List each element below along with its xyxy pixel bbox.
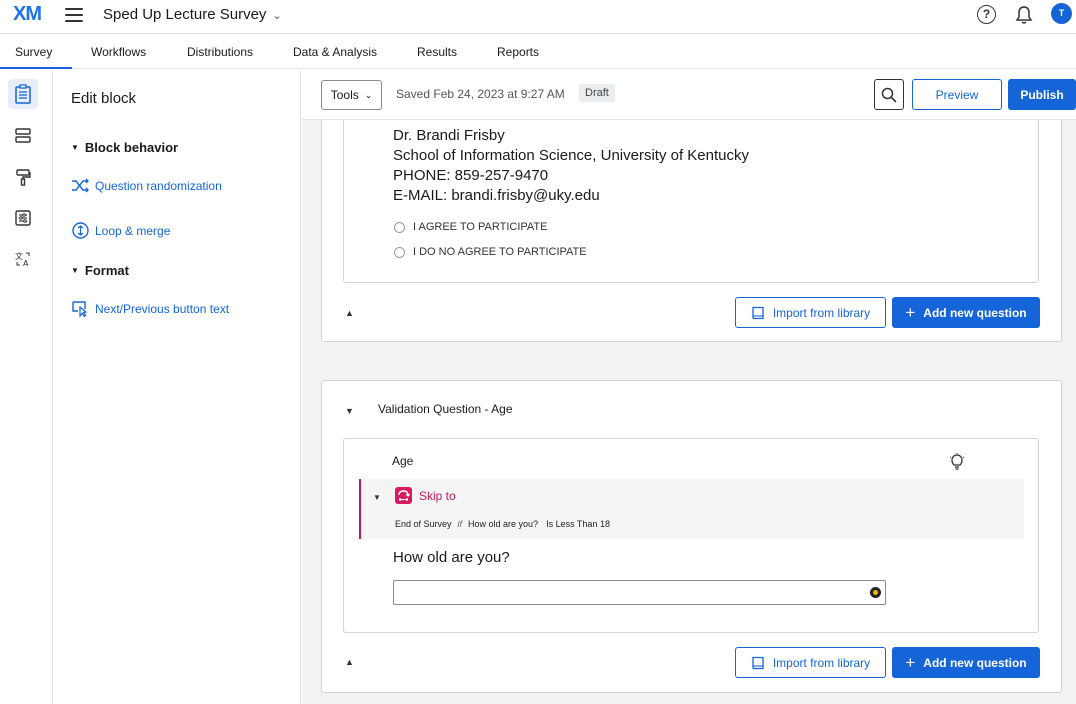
import-from-library-button[interactable]: Import from library [735,647,886,678]
choice-disagree[interactable]: I DO NO AGREE TO PARTICIPATE [394,246,587,258]
svg-text:A: A [23,259,29,268]
radio-button[interactable] [394,246,405,258]
emoji-icon[interactable] [870,587,881,598]
left-rail: 文A [0,70,53,704]
skip-question: How old are you? [468,519,539,529]
tab-workflows[interactable]: Workflows [91,45,146,59]
question-randomization-link[interactable]: Question randomization [71,178,222,193]
survey-options-icon[interactable] [8,203,38,233]
add-new-question-button[interactable]: + Add new question [892,647,1040,678]
tab-reports[interactable]: Reports [497,45,539,59]
panel-title: Edit block [71,90,137,107]
loop-and-merge-link[interactable]: Loop & merge [71,221,170,240]
skip-logic-condition: End of Survey if How old are you? Is Less T… [395,519,610,529]
survey-title-dropdown[interactable]: Sped Up Lecture Survey ⌄ [103,6,282,23]
xm-logo[interactable]: XM [13,3,42,26]
block-title[interactable]: Validation Question - Age [378,402,513,416]
plus-icon: + [905,652,916,672]
skip-operator-value: Is Less Than 18 [546,519,610,529]
top-bar: XM Sped Up Lecture Survey ⌄ ? T [0,0,1076,34]
avatar[interactable]: T [1051,3,1072,24]
survey-canvas: Dr. Brandi Frisby School of Information … [302,70,1076,704]
question-label[interactable]: Age [392,454,413,468]
shuffle-icon [72,178,89,193]
question-text[interactable]: How old are you? [393,549,510,566]
format-section[interactable]: ▼ Format [71,263,129,278]
age-answer-input[interactable] [393,580,886,605]
survey-flow-icon[interactable] [8,121,38,151]
book-icon [752,656,764,669]
skip-logic-icon [395,487,412,504]
search-button[interactable] [874,79,904,110]
main-nav: Survey Workflows Distributions Data & An… [0,35,1076,69]
validation-block: ▼ Validation Question - Age Age ▼ Skip t… [321,380,1062,693]
consent-text-line: Dr. Brandi Frisby [393,127,505,144]
survey-builder-icon[interactable] [8,79,38,109]
translate-icon[interactable]: 文A [8,244,38,274]
book-icon [752,306,764,319]
tab-data-analysis[interactable]: Data & Analysis [293,45,377,59]
chevron-down-icon: ⌄ [272,10,282,22]
skip-if-word: if [457,519,463,529]
tab-results[interactable]: Results [417,45,457,59]
skip-logic-panel[interactable]: ▼ Skip to End of Survey if How old are you… [359,479,1024,539]
consent-text-line: E-MAIL: brandi.frisby@uky.edu [393,187,600,204]
svg-text:文: 文 [15,251,23,261]
caret-down-icon: ▼ [71,143,79,152]
collapse-block-icon[interactable]: ▲ [345,308,354,318]
search-icon [881,87,897,103]
caret-down-icon[interactable]: ▼ [373,493,381,502]
age-question-card[interactable]: Age ▼ Skip to End of Survey if How old are… [343,438,1039,633]
saved-status: Saved Feb 24, 2023 at 9:27 AM [396,87,565,101]
bell-icon[interactable] [1015,5,1033,25]
skip-logic-title[interactable]: Skip to [419,489,456,503]
next-previous-button-text-link[interactable]: Next/Previous button text [71,300,229,317]
lightbulb-icon[interactable] [949,453,965,476]
look-and-feel-icon[interactable] [8,162,38,192]
tab-survey[interactable]: Survey [0,45,73,69]
survey-toolbar: Tools ⌄ Saved Feb 24, 2023 at 9:27 AM Dra… [302,70,1076,120]
chevron-down-icon: ⌄ [364,89,373,100]
caret-down-icon: ▼ [71,266,79,275]
block-behavior-section[interactable]: ▼ Block behavior [71,140,178,155]
import-from-library-button[interactable]: Import from library [735,297,886,328]
help-icon[interactable]: ? [977,5,996,24]
consent-text-line: PHONE: 859-257-9470 [393,167,549,184]
tab-distributions[interactable]: Distributions [187,45,253,59]
collapse-block-icon[interactable]: ▲ [345,657,354,667]
radio-button[interactable] [394,221,405,233]
status-badge: Draft [579,84,615,102]
caret-down-icon[interactable]: ▼ [345,406,354,416]
skip-destination: End of Survey [395,519,452,529]
loop-icon [72,222,89,239]
survey-title: Sped Up Lecture Survey [103,6,267,23]
menu-icon[interactable] [65,8,83,22]
cursor-click-icon [72,301,88,317]
tools-dropdown[interactable]: Tools ⌄ [321,80,382,110]
choice-agree[interactable]: I AGREE TO PARTICIPATE [394,221,547,233]
publish-button[interactable]: Publish [1008,79,1076,110]
edit-block-panel: Edit block ▼ Block behavior Question rand… [54,70,301,704]
add-new-question-button[interactable]: + Add new question [892,297,1040,328]
preview-button[interactable]: Preview [912,79,1002,110]
plus-icon: + [905,302,916,322]
consent-text-line: School of Information Science, Universit… [393,147,750,164]
